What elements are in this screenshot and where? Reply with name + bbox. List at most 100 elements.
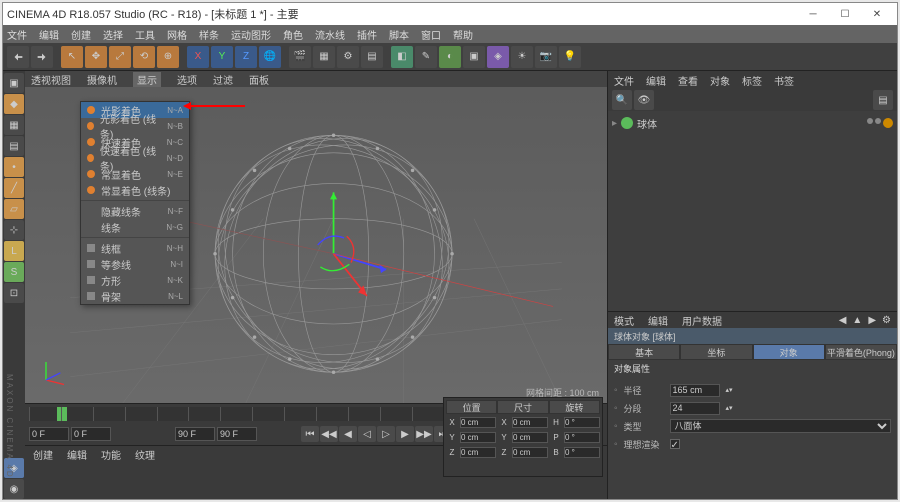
pos-y-input[interactable] — [460, 432, 496, 443]
z-axis-toggle[interactable]: Z — [235, 46, 257, 68]
snap-button[interactable]: ⊡ — [4, 283, 24, 303]
play-back-button[interactable]: ◁ — [358, 426, 376, 442]
coord-tab-rotation[interactable]: 旋转 — [549, 400, 600, 414]
menu-spline[interactable]: 样条 — [199, 27, 219, 42]
attr-back-icon[interactable]: ◀ — [839, 315, 847, 326]
start-frame-input[interactable] — [29, 427, 69, 441]
x-axis-toggle[interactable]: X — [187, 46, 209, 68]
end-range-input[interactable] — [175, 427, 215, 441]
menu-select[interactable]: 选择 — [103, 27, 123, 42]
move-tool[interactable]: ✥ — [85, 46, 107, 68]
om-view-menu[interactable]: 查看 — [678, 73, 698, 88]
om-bookmarks-menu[interactable]: 书签 — [774, 73, 794, 88]
tab-phong[interactable]: 平滑着色(Phong) — [825, 344, 897, 360]
attr-config-icon[interactable]: ⚙ — [882, 315, 891, 326]
spinner-icon[interactable]: ▴▾ — [726, 386, 733, 394]
undo-button[interactable] — [7, 46, 29, 68]
axis-mode-button[interactable]: ⊹ — [4, 220, 24, 240]
menu-create[interactable]: 创建 — [71, 27, 91, 42]
minimize-button[interactable]: ─ — [797, 4, 829, 24]
display-option[interactable]: 隐藏线条N~F — [81, 203, 189, 219]
mat-texture-tab[interactable]: 纹理 — [135, 447, 155, 462]
spinner-icon[interactable]: ▴▾ — [726, 404, 733, 412]
goto-start-button[interactable]: ⏮ — [301, 426, 319, 442]
visibility-dot-bottom[interactable] — [875, 118, 881, 124]
playhead[interactable] — [57, 407, 67, 421]
render-button[interactable]: 🎬 — [289, 46, 311, 68]
phong-tag-icon[interactable] — [883, 118, 893, 128]
modeling-button[interactable]: ▣ — [463, 46, 485, 68]
attr-userdata-menu[interactable]: 用户数据 — [682, 313, 722, 328]
menu-mesh[interactable]: 网格 — [167, 27, 187, 42]
next-key-button[interactable]: ▶▶ — [415, 426, 433, 442]
display-option[interactable]: 线条N~G — [81, 219, 189, 235]
display-option[interactable]: 常显着色N~E — [81, 166, 189, 182]
texture-mode-button[interactable]: ▦ — [4, 115, 24, 135]
workplane-button[interactable]: ▤ — [4, 136, 24, 156]
display-option[interactable]: 骨架N~L — [81, 288, 189, 304]
rot-b-input[interactable] — [564, 447, 600, 458]
next-frame-button[interactable]: ▶ — [396, 426, 414, 442]
object-tree[interactable]: ▸ 球体 — [608, 111, 897, 311]
scale-tool[interactable]: ⤢ — [109, 46, 131, 68]
play-button[interactable]: ▷ — [377, 426, 395, 442]
display-option[interactable]: 光影着色 (线条)N~B — [81, 118, 189, 134]
mat-create-tab[interactable]: 创建 — [33, 447, 53, 462]
om-tags-menu[interactable]: 标签 — [742, 73, 762, 88]
render-region-button[interactable]: ▦ — [313, 46, 335, 68]
world-axis-toggle[interactable]: 🌐 — [259, 46, 281, 68]
point-mode-button[interactable]: • — [4, 157, 24, 177]
tab-object[interactable]: 对象 — [753, 344, 825, 360]
rot-p-input[interactable] — [564, 432, 600, 443]
vp-panel-menu[interactable]: 面板 — [249, 72, 269, 87]
display-option[interactable]: 线框N~H — [81, 240, 189, 256]
edge-mode-button[interactable]: ╱ — [4, 178, 24, 198]
enable-axis-button[interactable]: L — [4, 241, 24, 261]
menu-file[interactable]: 文件 — [7, 27, 27, 42]
attr-mode-menu[interactable]: 模式 — [614, 313, 634, 328]
environment-button[interactable]: ☀ — [511, 46, 533, 68]
menu-mograph[interactable]: 运动图形 — [231, 27, 271, 42]
display-option[interactable]: 方形N~K — [81, 272, 189, 288]
camera-button[interactable]: 📷 — [535, 46, 557, 68]
menu-window[interactable]: 窗口 — [421, 27, 441, 42]
display-option[interactable]: 等参线N~I — [81, 256, 189, 272]
coord-tab-position[interactable]: 位置 — [446, 400, 497, 414]
render-queue-button[interactable]: ▤ — [361, 46, 383, 68]
radius-input[interactable] — [670, 384, 720, 397]
coord-tab-size[interactable]: 尺寸 — [497, 400, 548, 414]
light-button[interactable]: 💡 — [559, 46, 581, 68]
om-object-menu[interactable]: 对象 — [710, 73, 730, 88]
vp-filter-menu[interactable]: 过滤 — [213, 72, 233, 87]
close-button[interactable]: ✕ — [861, 4, 893, 24]
type-select[interactable]: 八面体 — [670, 419, 891, 433]
mat-edit-tab[interactable]: 编辑 — [67, 447, 87, 462]
rot-h-input[interactable] — [564, 417, 600, 428]
attr-up-icon[interactable]: ▲ — [852, 315, 862, 326]
render-perfect-checkbox[interactable]: ✓ — [670, 439, 680, 449]
om-search-icon[interactable]: 🔍 — [612, 90, 632, 110]
end-frame-input[interactable] — [217, 427, 257, 441]
y-axis-toggle[interactable]: Y — [211, 46, 233, 68]
tab-coord[interactable]: 坐标 — [680, 344, 752, 360]
size-x-input[interactable] — [512, 417, 548, 428]
prev-key-button[interactable]: ◀◀ — [320, 426, 338, 442]
vp-camera-menu[interactable]: 摄像机 — [87, 72, 117, 87]
prev-frame-button[interactable]: ◀ — [339, 426, 357, 442]
attr-edit-menu[interactable]: 编辑 — [648, 313, 668, 328]
polygon-mode-button[interactable]: ▱ — [4, 199, 24, 219]
nurbs-button[interactable]: ◐ — [439, 46, 461, 68]
menu-character[interactable]: 角色 — [283, 27, 303, 42]
lasttool-button[interactable]: ⊕ — [157, 46, 179, 68]
tree-item-sphere[interactable]: ▸ 球体 — [612, 115, 893, 131]
vp-display-menu[interactable]: 显示 — [133, 72, 161, 87]
om-file-menu[interactable]: 文件 — [614, 73, 634, 88]
redo-button[interactable] — [31, 46, 53, 68]
pos-z-input[interactable] — [460, 447, 496, 458]
menu-script[interactable]: 脚本 — [389, 27, 409, 42]
soft-select-button[interactable]: ◉ — [4, 479, 24, 499]
attr-fwd-icon[interactable]: ▶ — [868, 315, 876, 326]
menu-edit[interactable]: 编辑 — [39, 27, 59, 42]
display-option[interactable]: 常显着色 (线条) — [81, 182, 189, 198]
menu-help[interactable]: 帮助 — [453, 27, 473, 42]
